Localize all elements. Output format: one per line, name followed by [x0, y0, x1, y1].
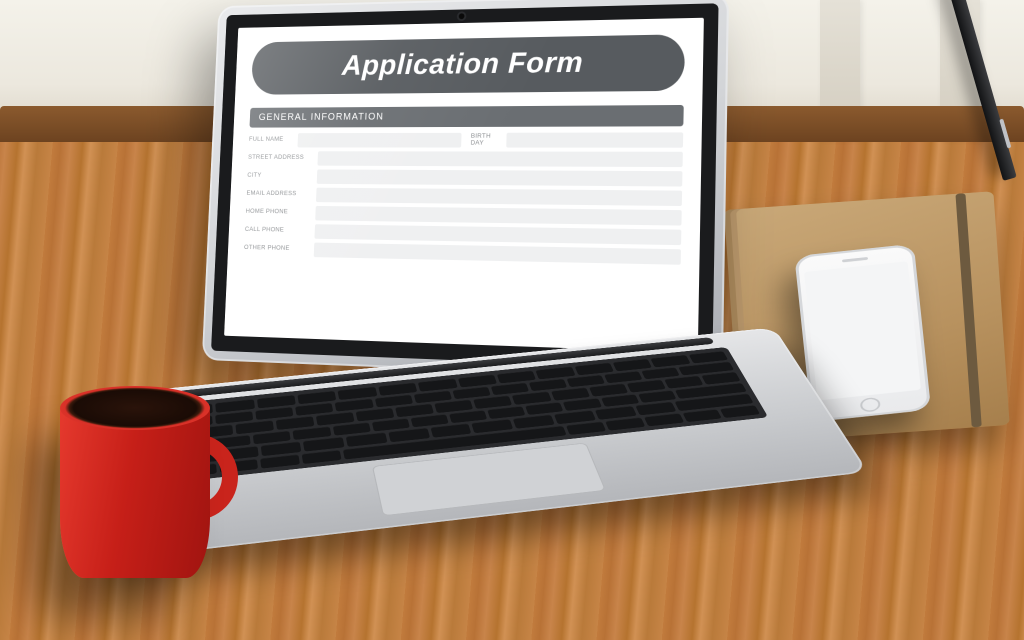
section-header: GENERAL INFORMATION — [249, 105, 683, 128]
row-other-phone: OTHER PHONE — [244, 241, 681, 264]
webcam-icon — [459, 13, 465, 19]
email-input[interactable] — [316, 188, 682, 206]
full-name-label: FULL NAME — [249, 137, 293, 143]
phone-speaker — [842, 257, 868, 262]
row-city: CITY — [247, 169, 683, 186]
home-phone-input[interactable] — [315, 206, 682, 226]
mug-coffee-surface — [60, 386, 210, 430]
form-title: Application Form — [251, 34, 685, 95]
phone-home-button — [860, 397, 881, 413]
call-phone-input[interactable] — [314, 224, 681, 245]
birth-day-input[interactable] — [506, 132, 683, 147]
row-email: EMAIL ADDRESS — [246, 187, 682, 206]
form-fields: FULL NAME BIRTH DAY STREET ADDRESS CITY — [244, 132, 684, 264]
city-label: CITY — [247, 173, 312, 180]
home-phone-label: HOME PHONE — [246, 209, 311, 216]
full-name-input[interactable] — [297, 133, 461, 148]
city-input[interactable] — [317, 169, 683, 186]
row-street-address: STREET ADDRESS — [248, 151, 683, 167]
laptop-screen-panel: Application Form GENERAL INFORMATION FUL… — [202, 0, 729, 381]
other-phone-label: OTHER PHONE — [244, 245, 309, 253]
application-form-screen: Application Form GENERAL INFORMATION FUL… — [224, 18, 704, 353]
row-full-name: FULL NAME BIRTH DAY — [249, 132, 684, 147]
street-address-label: STREET ADDRESS — [248, 155, 312, 161]
birth-day-label: BIRTH DAY — [467, 134, 501, 147]
email-label: EMAIL ADDRESS — [246, 191, 311, 198]
laptop-bezel: Application Form GENERAL INFORMATION FUL… — [211, 3, 719, 370]
notebook-elastic-band — [955, 193, 981, 427]
other-phone-input[interactable] — [314, 243, 681, 265]
street-address-input[interactable] — [317, 151, 682, 167]
call-phone-label: CALL PHONE — [245, 227, 310, 234]
row-home-phone: HOME PHONE — [245, 205, 681, 225]
coffee-mug — [40, 380, 230, 610]
